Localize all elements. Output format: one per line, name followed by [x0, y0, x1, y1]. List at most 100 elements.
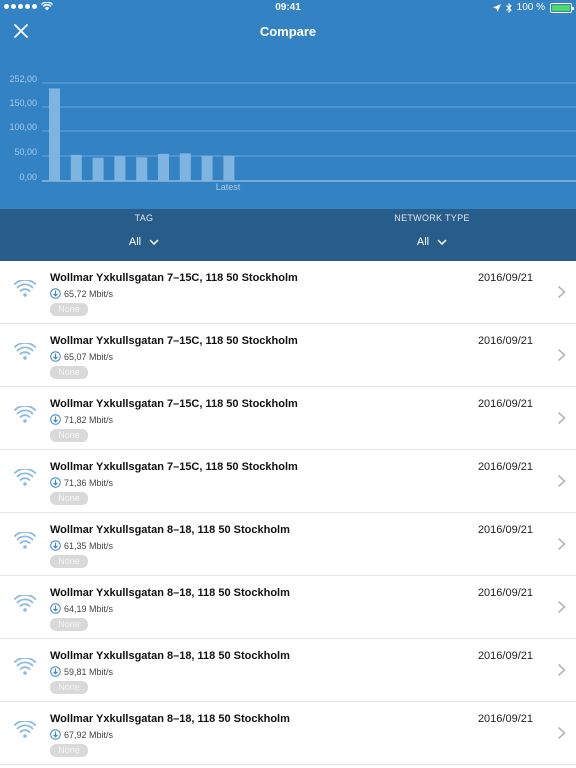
- result-address: Wollmar Yxkullsgatan 8–18, 118 50 Stockh…: [50, 524, 290, 536]
- result-tag-badge: None: [50, 429, 88, 442]
- chevron-down-icon: [149, 239, 159, 245]
- header: 09:41 100 % Compare 252,00 150,00 100,00 50…: [0, 0, 576, 209]
- download-icon: [50, 729, 61, 740]
- bluetooth-icon: [505, 2, 512, 13]
- result-row[interactable]: Wollmar Yxkullsgatan 8–18, 118 50 Stockh…: [0, 576, 576, 639]
- battery-percent: 100 %: [516, 2, 545, 13]
- result-row[interactable]: Wollmar Yxkullsgatan 8–18, 118 50 Stockh…: [0, 702, 576, 765]
- wifi-icon: [14, 280, 36, 297]
- result-speed-value: 71,82 Mbit/s: [64, 414, 114, 425]
- status-bar: 09:41 100 %: [0, 0, 576, 16]
- result-speed: 64,19 Mbit/s: [50, 603, 113, 614]
- chevron-right-icon: [557, 285, 566, 299]
- x-label-latest: Latest: [216, 182, 241, 192]
- result-address: Wollmar Yxkullsgatan 8–18, 118 50 Stockh…: [50, 713, 290, 725]
- result-tag-badge: None: [50, 618, 88, 631]
- y-tick-label: 252,00: [9, 74, 37, 84]
- battery-icon: [550, 2, 574, 13]
- result-speed-value: 64,19 Mbit/s: [64, 603, 114, 614]
- download-icon: [50, 351, 61, 362]
- result-date: 2016/09/21: [477, 713, 533, 725]
- wifi-icon: [14, 595, 36, 612]
- result-address: Wollmar Yxkullsgatan 7–15C, 118 50 Stock…: [50, 461, 298, 473]
- network-type-filter-value[interactable]: All: [288, 236, 576, 248]
- result-row[interactable]: Wollmar Yxkullsgatan 7–15C, 118 50 Stock…: [0, 324, 576, 387]
- result-row[interactable]: Wollmar Yxkullsgatan 7–15C, 118 50 Stock…: [0, 387, 576, 450]
- chevron-right-icon: [557, 348, 566, 362]
- tag-filter-value[interactable]: All: [0, 236, 288, 248]
- result-speed: 67,92 Mbit/s: [50, 729, 113, 740]
- chart-bar[interactable]: [201, 155, 213, 181]
- wifi-icon: [14, 343, 36, 360]
- result-date: 2016/09/21: [477, 398, 533, 410]
- result-speed-value: 59,81 Mbit/s: [64, 666, 114, 677]
- chart-bar[interactable]: [114, 156, 126, 181]
- chevron-right-icon: [557, 537, 566, 551]
- result-date: 2016/09/21: [477, 272, 533, 284]
- result-list: Wollmar Yxkullsgatan 7–15C, 118 50 Stock…: [0, 261, 576, 765]
- chart-bar[interactable]: [49, 88, 60, 181]
- status-right: 100 %: [492, 2, 574, 13]
- speed-chart: 252,00 150,00 100,00 50,00 0,00 Latest: [9, 74, 576, 192]
- chevron-right-icon: [557, 663, 566, 677]
- network-type-filter[interactable]: NETWORK TYPE All: [288, 209, 576, 261]
- result-tag-badge: None: [50, 744, 88, 757]
- y-tick-label: 0,00: [19, 172, 37, 182]
- result-date: 2016/09/21: [477, 524, 533, 536]
- download-icon: [50, 603, 61, 614]
- download-icon: [50, 477, 61, 488]
- result-address: Wollmar Yxkullsgatan 7–15C, 118 50 Stock…: [50, 272, 298, 284]
- download-icon: [50, 288, 61, 299]
- chevron-right-icon: [557, 411, 566, 425]
- chevron-down-icon: [437, 239, 447, 245]
- result-speed-value: 65,72 Mbit/s: [64, 288, 114, 299]
- page-title: Compare: [259, 24, 317, 39]
- result-row[interactable]: Wollmar Yxkullsgatan 7–15C, 118 50 Stock…: [0, 261, 576, 324]
- result-speed-value: 65,07 Mbit/s: [64, 351, 114, 362]
- result-row[interactable]: Wollmar Yxkullsgatan 7–15C, 118 50 Stock…: [0, 450, 576, 513]
- chevron-right-icon: [557, 600, 566, 614]
- network-type-filter-label: NETWORK TYPE: [394, 213, 470, 223]
- tag-filter[interactable]: TAG All: [0, 209, 288, 261]
- result-speed: 65,72 Mbit/s: [50, 288, 113, 299]
- y-tick-label: 50,00: [14, 147, 37, 157]
- y-tick-label: 100,00: [9, 122, 37, 132]
- chevron-right-icon: [557, 474, 566, 488]
- chart-bar[interactable]: [179, 153, 191, 181]
- result-date: 2016/09/21: [477, 335, 533, 347]
- chart-bar[interactable]: [223, 155, 235, 181]
- result-date: 2016/09/21: [477, 650, 533, 662]
- wifi-icon: [14, 721, 36, 738]
- result-speed: 71,82 Mbit/s: [50, 414, 113, 425]
- chart-bar[interactable]: [136, 157, 148, 181]
- result-speed-value: 71,36 Mbit/s: [64, 477, 114, 488]
- filter-bar: TAG All NETWORK TYPE All: [0, 209, 576, 261]
- chart-bar[interactable]: [92, 157, 104, 181]
- tag-filter-label: TAG: [134, 213, 154, 223]
- y-tick-label: 150,00: [9, 98, 37, 108]
- result-address: Wollmar Yxkullsgatan 7–15C, 118 50 Stock…: [50, 398, 298, 410]
- result-row[interactable]: Wollmar Yxkullsgatan 8–18, 118 50 Stockh…: [0, 639, 576, 702]
- tag-filter-selected: All: [128, 236, 142, 248]
- result-address: Wollmar Yxkullsgatan 8–18, 118 50 Stockh…: [50, 650, 290, 662]
- result-address: Wollmar Yxkullsgatan 7–15C, 118 50 Stock…: [50, 335, 298, 347]
- download-icon: [50, 666, 61, 677]
- result-speed: 71,36 Mbit/s: [50, 477, 113, 488]
- result-date: 2016/09/21: [477, 587, 533, 599]
- result-tag-badge: None: [50, 366, 88, 379]
- location-arrow-icon: [492, 3, 501, 12]
- wifi-icon: [14, 532, 36, 549]
- result-speed: 61,35 Mbit/s: [50, 540, 113, 551]
- result-address: Wollmar Yxkullsgatan 8–18, 118 50 Stockh…: [50, 587, 290, 599]
- result-tag-badge: None: [50, 492, 88, 505]
- result-tag-badge: None: [50, 681, 88, 694]
- status-time: 09:41: [275, 2, 301, 13]
- wifi-icon: [14, 406, 36, 423]
- wifi-icon: [14, 469, 36, 486]
- chart-bar[interactable]: [158, 153, 169, 181]
- result-row[interactable]: Wollmar Yxkullsgatan 8–18, 118 50 Stockh…: [0, 513, 576, 576]
- chart-bar[interactable]: [70, 154, 82, 181]
- result-speed-value: 61,35 Mbit/s: [64, 540, 114, 551]
- chevron-right-icon: [557, 726, 566, 740]
- download-icon: [50, 540, 61, 551]
